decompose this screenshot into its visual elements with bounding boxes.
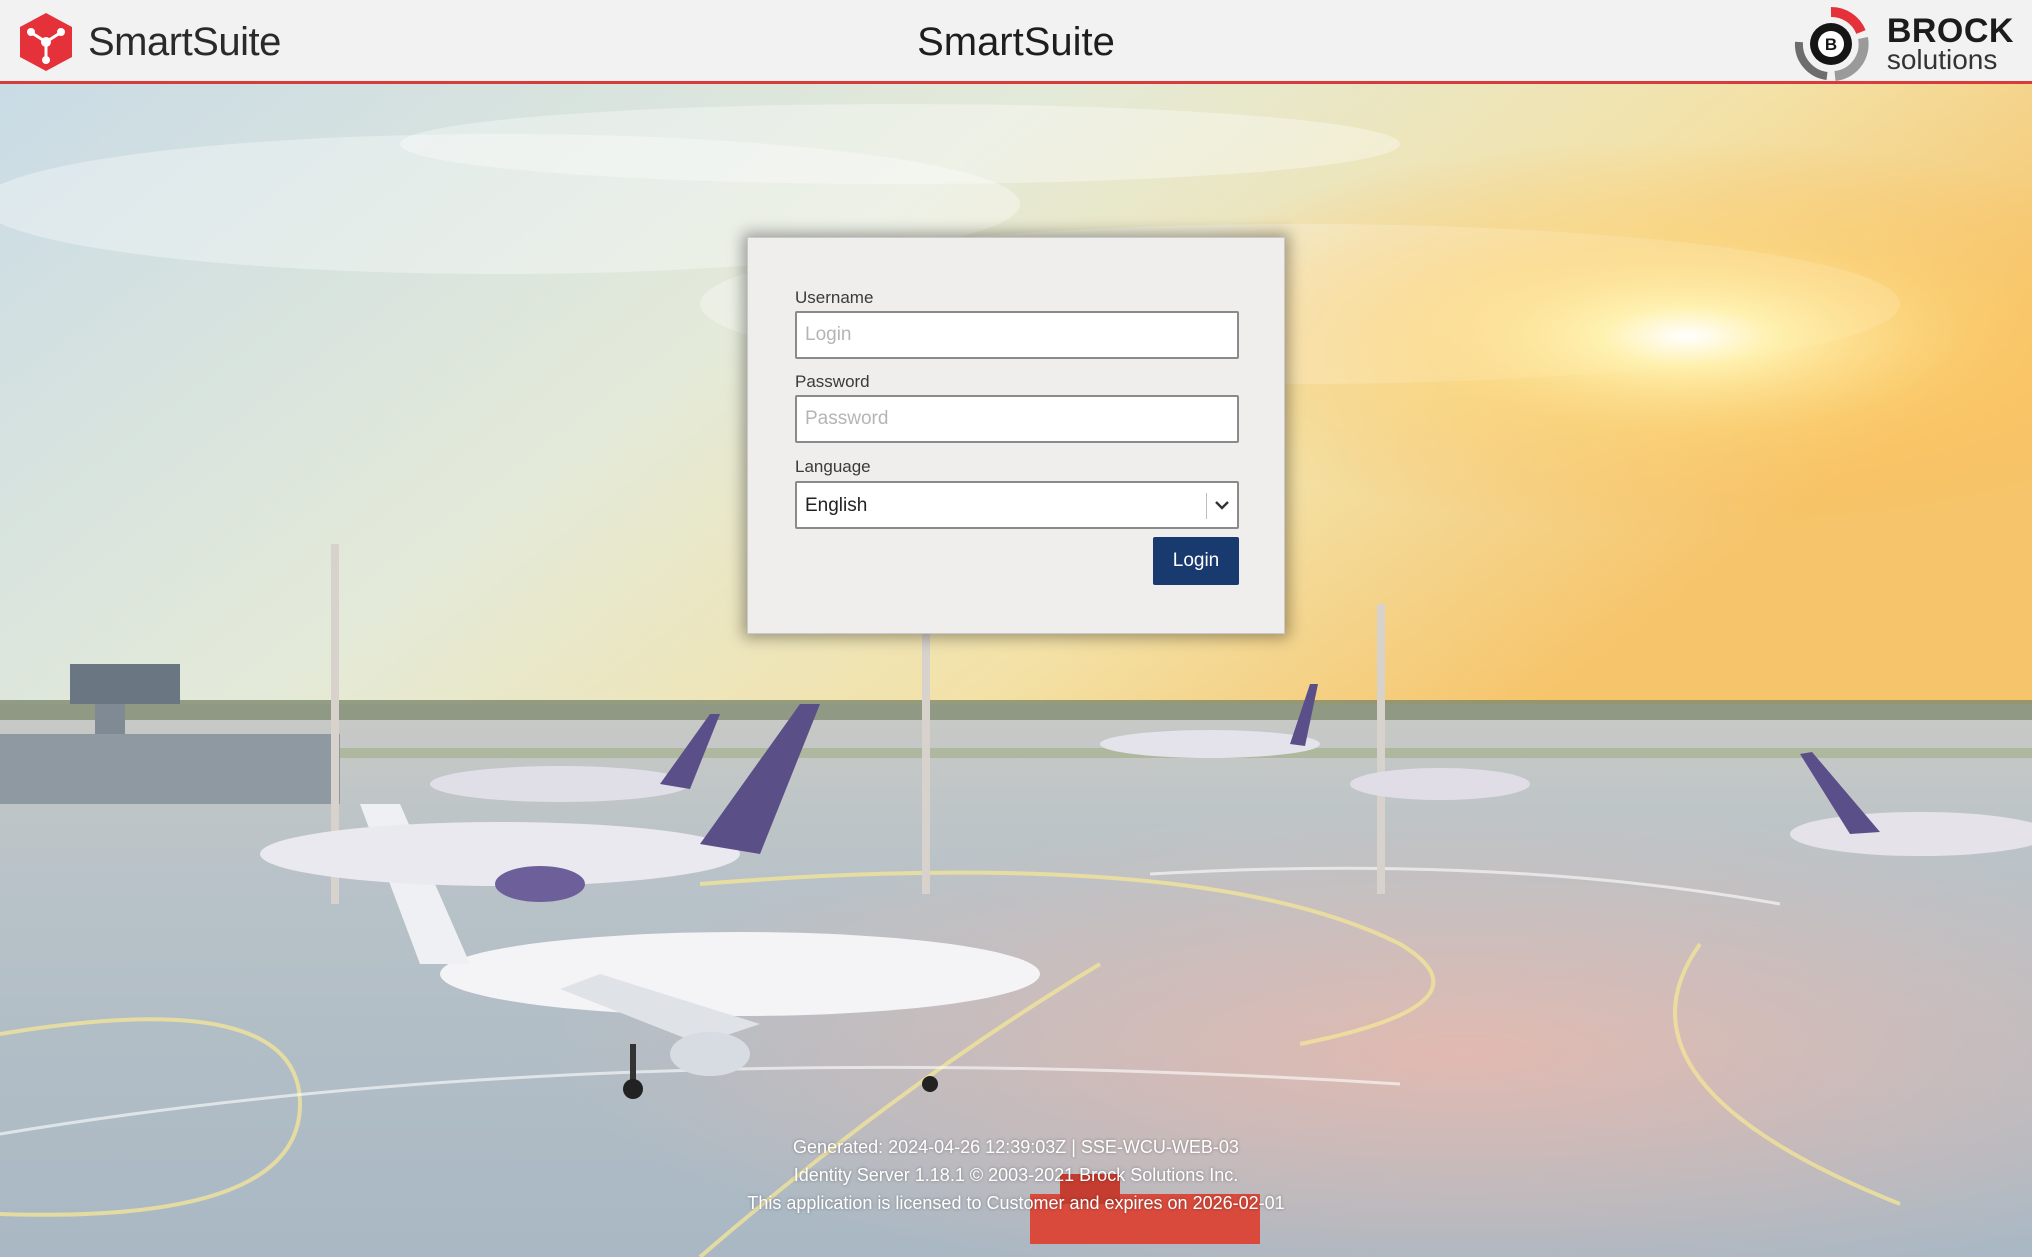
page-title: SmartSuite [917,20,1115,64]
username-label: Username [795,288,874,307]
login-form: Username Password Language English Login [747,237,1285,634]
brock-logo-icon: B [1794,6,1869,81]
login-button[interactable]: Login [1153,537,1239,585]
partner-name: BROCK [1886,12,2014,50]
version-info: Identity Server 1.18.1 © 2003-2021 Brock… [793,1165,1239,1185]
select-separator [1206,493,1207,519]
chevron-down-icon[interactable] [1213,496,1231,514]
password-label: Password [795,372,870,391]
license-info: This application is licensed to Customer… [747,1193,1285,1213]
partner-badge: B [1825,35,1837,54]
username-input[interactable] [795,311,1239,359]
app-header: SmartSuite SmartSuite B BROCK solutions [0,0,2032,84]
password-input[interactable] [795,395,1239,443]
language-label: Language [795,457,871,476]
language-selected-value: English [805,495,868,516]
generated-info: Generated: 2024-04-26 12:39:03Z | SSE-WC… [793,1137,1239,1157]
language-select[interactable]: English [795,481,1239,529]
partner-tagline: solutions [1886,44,1998,75]
partner-logo: B BROCK solutions [1783,6,2014,82]
